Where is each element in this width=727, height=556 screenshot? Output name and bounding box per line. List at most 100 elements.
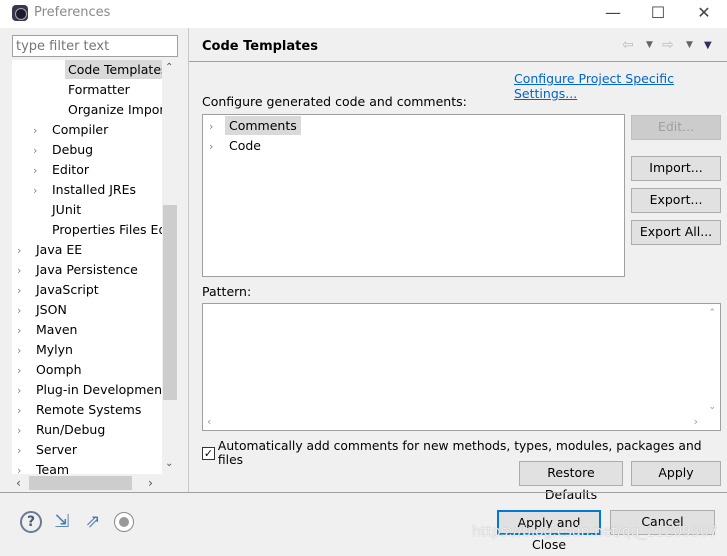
tree-item[interactable]: › Compiler (33, 120, 111, 140)
scroll-down-icon[interactable]: ⌄ (165, 458, 173, 469)
chevron-right-icon[interactable]: › (17, 441, 33, 461)
chevron-right-icon[interactable]: › (17, 301, 33, 321)
tree-item-label: Code Templates (65, 60, 162, 79)
record-icon[interactable] (114, 512, 134, 532)
chevron-right-icon[interactable]: › (17, 241, 33, 261)
chevron-right-icon[interactable]: › (17, 321, 33, 341)
template-item-comments[interactable]: › Comments (209, 116, 301, 136)
templates-tree[interactable]: › Comments › Code (202, 114, 625, 277)
eclipse-app-icon (12, 5, 28, 21)
chevron-right-icon[interactable]: › (17, 401, 33, 421)
tree-item[interactable]: Formatter (49, 80, 133, 100)
forward-menu-icon[interactable]: ▼ (686, 40, 693, 50)
tree-item[interactable]: › Editor (33, 160, 92, 180)
tree-item-label: Formatter (68, 82, 130, 97)
scroll-right-icon[interactable]: › (148, 475, 153, 490)
tree-item-label: Organize Imports (68, 102, 162, 117)
back-menu-icon[interactable]: ▼ (646, 40, 653, 50)
tree-item-label: Editor (52, 162, 89, 177)
chevron-right-icon[interactable]: › (209, 117, 225, 137)
scroll-up-icon[interactable]: ⌃ (165, 62, 173, 73)
close-button[interactable]: ✕ (689, 2, 719, 24)
tree-item-label: JSON (36, 302, 67, 317)
export-button[interactable]: Export... (631, 188, 721, 213)
tree-item[interactable]: › Plug-in Development (17, 380, 162, 400)
tree-item[interactable]: › Java Persistence (17, 260, 141, 280)
scroll-thumb[interactable] (29, 476, 132, 490)
tree-item[interactable]: › Server (17, 440, 80, 460)
tree-item[interactable]: Properties Files Editor (33, 220, 162, 240)
edit-button[interactable]: Edit... (631, 115, 721, 140)
scroll-thumb[interactable] (163, 205, 177, 400)
export-all-button[interactable]: Export All... (631, 220, 721, 245)
page-title: Code Templates (202, 39, 318, 54)
tree-item[interactable]: › Maven (17, 320, 80, 340)
tree-item-label: Java Persistence (36, 262, 138, 277)
minimize-button[interactable]: — (598, 2, 628, 24)
tree-item[interactable]: › JavaScript (17, 280, 102, 300)
tree-item-label: Properties Files Editor (52, 222, 162, 237)
chevron-right-icon[interactable]: › (17, 381, 33, 401)
tree-item-label: Java EE (36, 242, 83, 257)
tree-item-label: JUnit (52, 202, 82, 217)
tree-item-label: Run/Debug (36, 422, 106, 437)
checkbox-checked-icon[interactable]: ✓ (202, 446, 215, 460)
apply-button[interactable]: Apply (631, 461, 721, 486)
chevron-right-icon[interactable]: › (33, 161, 49, 181)
chevron-right-icon[interactable]: › (17, 421, 33, 441)
tree-item[interactable]: › Run/Debug (17, 420, 108, 440)
chevron-right-icon[interactable]: › (209, 137, 225, 157)
tree-item-label: Oomph (36, 362, 82, 377)
scroll-left-icon[interactable]: ‹ (16, 475, 21, 490)
header-separator (189, 61, 727, 62)
tree-horizontal-scrollbar[interactable]: ‹ › (12, 474, 178, 492)
chevron-right-icon[interactable]: › (33, 121, 49, 141)
footer-separator (0, 492, 727, 493)
tree-item[interactable]: JUnit (33, 200, 84, 220)
tree-vertical-scrollbar[interactable]: ⌃ ⌄ (162, 60, 178, 478)
watermark: https://blog.csdn.net/qq_21209307 (472, 524, 718, 540)
import-button[interactable]: Import... (631, 156, 721, 181)
preferences-tree: Code Templates Formatter Organize Imports ›… (12, 60, 162, 478)
import-icon[interactable]: ⇲ (51, 511, 73, 533)
forward-icon[interactable]: ⇨ (662, 37, 674, 53)
window-title: Preferences (34, 5, 111, 20)
scroll-up-icon[interactable]: ⌃ (708, 308, 716, 318)
scroll-right-icon[interactable]: › (694, 415, 698, 428)
tree-item[interactable]: Organize Imports (49, 100, 162, 120)
chevron-right-icon[interactable]: › (17, 341, 33, 361)
back-icon[interactable]: ⇦ (622, 37, 634, 53)
chevron-right-icon[interactable]: › (33, 141, 49, 161)
template-item-code[interactable]: › Code (209, 136, 265, 156)
maximize-button[interactable]: ☐ (643, 2, 673, 24)
tree-item-label: Debug (52, 142, 94, 157)
chevron-right-icon[interactable]: › (17, 261, 33, 281)
tree-item-label: Mylyn (36, 342, 73, 357)
scroll-left-icon[interactable]: ‹ (207, 415, 211, 428)
restore-defaults-button[interactable]: Restore Defaults (519, 461, 623, 502)
chevron-right-icon[interactable]: › (33, 181, 49, 201)
tree-item-label: Installed JREs (52, 182, 137, 197)
help-icon[interactable]: ? (20, 511, 42, 533)
tree-item[interactable]: › Remote Systems (17, 400, 144, 420)
export-icon[interactable]: ⇗ (82, 511, 104, 533)
filter-input[interactable] (12, 35, 178, 57)
chevron-right-icon[interactable]: › (17, 361, 33, 381)
chevron-right-icon[interactable]: › (17, 281, 33, 301)
configure-project-settings-link[interactable]: Configure Project Specific Settings... (514, 71, 727, 101)
tree-item[interactable]: › Debug (33, 140, 96, 160)
tree-item-label: Server (36, 442, 77, 457)
template-label: Comments (225, 116, 301, 135)
tree-item-label: Remote Systems (36, 402, 142, 417)
tree-item[interactable]: › Installed JREs (33, 180, 139, 200)
view-menu-icon[interactable]: ▼ (704, 40, 712, 51)
tree-item[interactable]: › Mylyn (17, 340, 76, 360)
tree-item[interactable]: › Oomph (17, 360, 85, 380)
tree-item-label: Compiler (52, 122, 109, 137)
scroll-down-icon[interactable]: ⌄ (708, 402, 716, 412)
sash[interactable] (188, 28, 189, 492)
tree-item[interactable]: Code Templates (49, 60, 162, 80)
pattern-editor[interactable]: ⌃ ⌄ ‹ › (202, 303, 721, 431)
tree-item[interactable]: › JSON (17, 300, 70, 320)
tree-item[interactable]: › Java EE (17, 240, 85, 260)
